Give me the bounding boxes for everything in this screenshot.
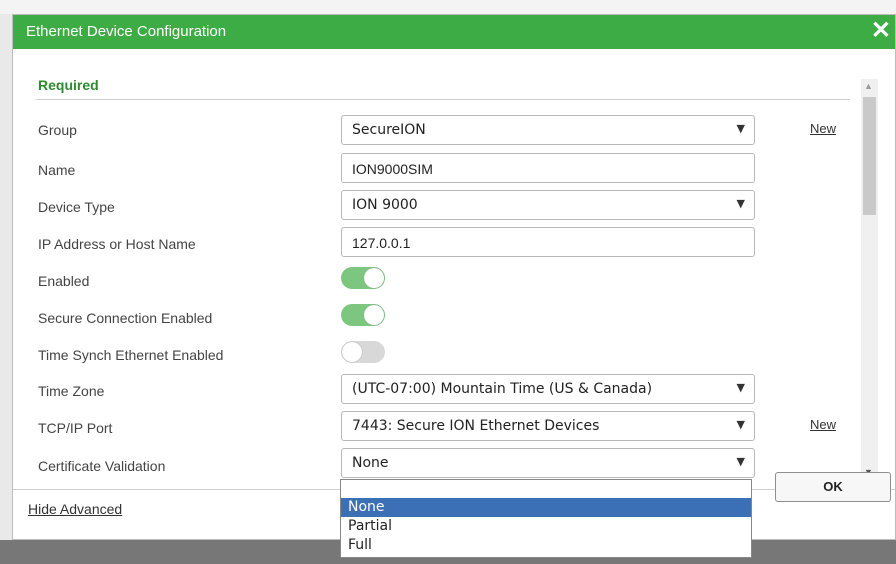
dropdown-option-partial[interactable]: Partial	[341, 517, 751, 536]
toggle-knob	[364, 268, 384, 288]
name-field[interactable]: ION9000SIM	[341, 153, 755, 183]
time-zone-label: Time Zone	[38, 383, 105, 399]
backdrop-left	[0, 14, 12, 564]
tcp-port-select[interactable]: 7443: Secure ION Ethernet Devices ▼	[341, 411, 755, 441]
device-type-label: Device Type	[38, 199, 115, 215]
ip-address-field-value: 127.0.0.1	[352, 235, 411, 251]
scroll-thumb[interactable]	[863, 97, 876, 215]
ip-address-label: IP Address or Host Name	[38, 236, 196, 252]
scroll-up-arrow-icon[interactable]: ▲	[864, 81, 873, 91]
time-synch-label: Time Synch Ethernet Enabled	[38, 347, 224, 363]
dialog-title: Ethernet Device Configuration	[26, 23, 227, 40]
cert-validation-select-value: None	[352, 455, 389, 471]
tcp-port-select-value: 7443: Secure ION Ethernet Devices	[352, 418, 600, 434]
hide-advanced-link[interactable]: Hide Advanced	[28, 501, 122, 517]
divider	[36, 99, 850, 100]
section-required-heading: Required	[38, 77, 99, 93]
name-field-value: ION9000SIM	[352, 161, 433, 177]
device-type-select-value: ION 9000	[352, 197, 418, 213]
tcp-port-new-link[interactable]: New	[810, 417, 836, 432]
ok-button[interactable]: OK	[775, 472, 891, 502]
time-zone-select[interactable]: (UTC-07:00) Mountain Time (US & Canada) …	[341, 374, 755, 404]
dropdown-option-full[interactable]: Full	[341, 536, 751, 555]
group-select[interactable]: SecureION ▼	[341, 115, 755, 145]
toggle-knob	[364, 305, 384, 325]
chevron-down-icon: ▼	[736, 418, 745, 431]
dropdown-blank-row	[341, 480, 751, 498]
name-label: Name	[38, 162, 76, 178]
chevron-down-icon: ▼	[736, 122, 745, 135]
chevron-down-icon: ▼	[736, 455, 745, 468]
ip-address-field[interactable]: 127.0.0.1	[341, 227, 755, 257]
dialog-titlebar: Ethernet Device Configuration ✕	[13, 15, 895, 49]
group-new-link[interactable]: New	[810, 121, 836, 136]
toggle-knob	[342, 342, 362, 362]
backdrop	[0, 0, 896, 14]
secure-connection-label: Secure Connection Enabled	[38, 310, 213, 326]
time-zone-select-value: (UTC-07:00) Mountain Time (US & Canada)	[352, 381, 653, 397]
secure-connection-toggle[interactable]	[341, 304, 385, 326]
enabled-label: Enabled	[38, 273, 90, 289]
enabled-toggle[interactable]	[341, 267, 385, 289]
group-label: Group	[38, 122, 77, 138]
dropdown-option-none[interactable]: None	[341, 498, 751, 517]
group-select-value: SecureION	[352, 122, 426, 138]
chevron-down-icon: ▼	[736, 381, 745, 394]
device-type-select[interactable]: ION 9000 ▼	[341, 190, 755, 220]
cert-validation-select[interactable]: None ▼	[341, 448, 755, 478]
time-synch-toggle[interactable]	[341, 341, 385, 363]
close-icon[interactable]: ✕	[871, 17, 891, 45]
cert-validation-label: Certificate Validation	[38, 458, 166, 474]
tcp-port-label: TCP/IP Port	[38, 420, 113, 436]
ethernet-device-dialog: Ethernet Device Configuration ✕ Required…	[12, 14, 896, 540]
chevron-down-icon: ▼	[736, 197, 745, 210]
form-scrollbar[interactable]: ▲ ▼	[861, 79, 878, 479]
cert-validation-dropdown-list: None Partial Full	[340, 479, 752, 558]
